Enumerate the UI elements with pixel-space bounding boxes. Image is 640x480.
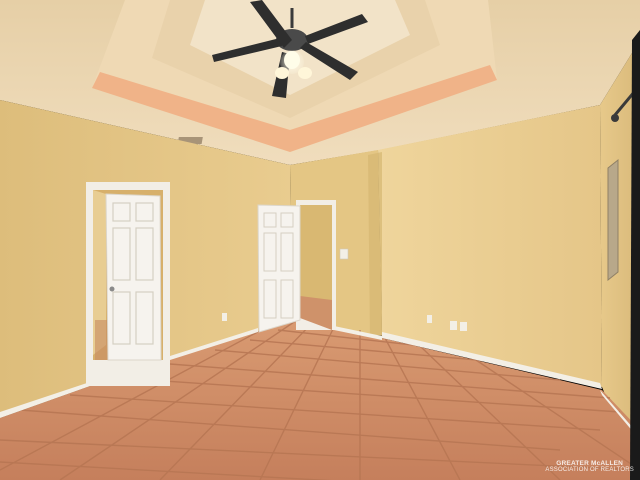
door-knob	[109, 286, 115, 292]
electrical-panel-icon	[607, 158, 619, 282]
watermark-logo: GREATER McALLEN ASSOCIATION OF REALTORS	[545, 460, 634, 474]
watermark-line-1: GREATER McALLEN	[556, 460, 624, 467]
room-photo	[0, 0, 640, 480]
door-icon	[105, 193, 162, 361]
watermark-line-2: ASSOCIATION OF REALTORS	[545, 467, 634, 473]
center-doorway	[296, 200, 336, 330]
outlet-icon	[450, 321, 457, 330]
light-switch-icon	[339, 248, 349, 260]
outlet-icon	[427, 315, 432, 323]
door-icon	[257, 204, 301, 333]
outlet-icon	[222, 313, 227, 321]
outlet-icon	[460, 322, 467, 331]
